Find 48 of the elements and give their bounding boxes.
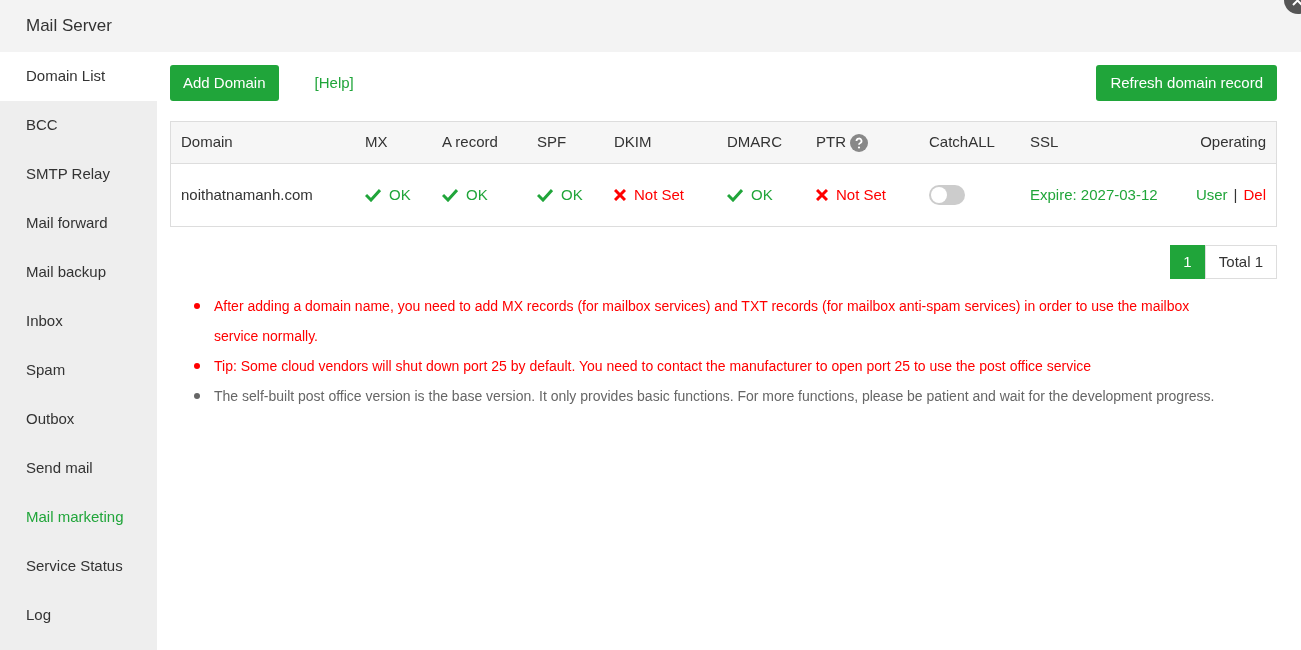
- status-text: Not Set: [836, 184, 887, 205]
- sidebar-item[interactable]: Outbox: [0, 395, 157, 444]
- help-icon[interactable]: [850, 133, 868, 152]
- cross-icon: [816, 189, 828, 201]
- delete-link[interactable]: Del: [1243, 183, 1266, 207]
- status-text: Not Set: [634, 184, 685, 205]
- catchall-toggle[interactable]: [929, 185, 965, 205]
- sidebar-item[interactable]: Mail forward: [0, 199, 157, 248]
- column-header: Domain: [181, 132, 233, 153]
- column-header: Operating: [1200, 132, 1266, 153]
- bullet-icon: [194, 393, 200, 399]
- sidebar-item[interactable]: SMTP Relay: [0, 150, 157, 199]
- column-header: SSL: [1030, 132, 1059, 153]
- note-text: The self-built post office version is the base version. It only provides basic functions. For more functions, please be patient and wait for the development progress.: [214, 387, 1215, 406]
- sidebar-item[interactable]: Service Status: [0, 542, 157, 591]
- sidebar-item[interactable]: Log: [0, 591, 157, 640]
- sidebar-item[interactable]: BCC: [0, 101, 157, 150]
- bullet-icon: [194, 303, 200, 309]
- total-count: Total 1: [1204, 245, 1277, 279]
- sidebar-item[interactable]: Inbox: [0, 297, 157, 346]
- column-header: DMARC: [727, 132, 782, 153]
- status-text: OK: [389, 184, 411, 205]
- sidebar-item[interactable]: Domain List: [0, 52, 157, 101]
- note-text: Tip: Some cloud vendors will shut down port 25 by default. You need to contact the manufacturer to open port 25 to use the post office service: [214, 357, 1092, 376]
- check-icon: [537, 188, 553, 202]
- status-text: OK: [751, 184, 773, 205]
- check-icon: [727, 188, 743, 202]
- status-text: OK: [561, 184, 583, 205]
- column-header: CatchALL: [929, 132, 995, 153]
- column-header: PTR: [816, 132, 846, 153]
- status-text: OK: [466, 184, 488, 205]
- separator: |: [1233, 184, 1238, 205]
- ssl-expiry: Expire: 2027-03-12: [1030, 185, 1158, 203]
- sidebar-item[interactable]: Mail backup: [0, 248, 157, 297]
- cross-icon: [614, 189, 626, 201]
- sidebar-item[interactable]: Spam: [0, 346, 157, 395]
- bullet-icon: [194, 363, 200, 369]
- window-title: Mail Server: [26, 15, 112, 38]
- column-header: DKIM: [614, 132, 652, 153]
- column-header: MX: [365, 132, 388, 153]
- check-icon: [442, 188, 458, 202]
- check-icon: [365, 188, 381, 202]
- column-header: SPF: [537, 132, 567, 153]
- column-header: A record: [442, 132, 498, 153]
- note-text: After adding a domain name, you need to add MX records (for mailbox services) and TXT records (for mailbox anti-spam services) in order to use the mailbox service normally.: [214, 297, 1191, 346]
- domain-cell: noithatnamanh.com: [181, 185, 313, 203]
- close-icon[interactable]: [1283, 0, 1301, 14]
- sidebar-item[interactable]: Send mail: [0, 444, 157, 493]
